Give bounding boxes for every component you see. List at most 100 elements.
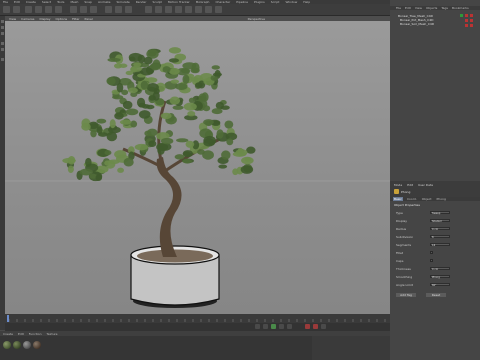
attributes-menu-item[interactable]: User Data [418,183,433,187]
material-menu-item[interactable]: Create [3,332,13,336]
material-menu-item[interactable]: Function [29,332,42,336]
camera-icon[interactable] [205,6,212,13]
leaf-cluster [140,80,149,90]
material-swatch[interactable] [13,341,21,349]
render-settings-icon[interactable] [125,6,132,13]
viewport-menu-item[interactable]: Display [39,17,50,21]
attr-field[interactable]: 16 [430,243,450,247]
polygons-mode-icon[interactable] [1,32,4,35]
leaf-cluster [162,66,171,73]
bend-icon[interactable] [185,6,192,13]
autokey-icon[interactable] [313,324,318,329]
material-menu-item[interactable]: Texture [47,332,58,336]
move-icon[interactable] [35,6,42,13]
redo-icon[interactable] [13,6,20,13]
last-frame-icon[interactable] [287,324,292,329]
keyframe-icon[interactable] [321,324,326,329]
material-menu-item[interactable]: Edit [18,332,24,336]
floor-icon[interactable] [195,6,202,13]
leaf-cluster [226,138,234,146]
leaf-cluster [211,65,220,70]
cube-icon[interactable] [145,6,152,13]
leaf-cluster [119,63,128,68]
leaf-cluster [185,140,195,148]
viewport-label: Perspective [247,16,266,21]
x-axis-icon[interactable] [70,6,77,13]
attr-field-value: Phong [432,275,440,279]
material-swatch[interactable] [23,341,31,349]
leaf-cluster [224,120,234,129]
tag-icon[interactable] [470,19,473,22]
select-icon[interactable] [25,6,32,13]
timeline-ruler[interactable] [5,314,390,323]
material-swatch[interactable] [33,341,41,349]
subdivision-icon[interactable] [165,6,172,13]
attr-checkbox[interactable] [430,251,433,254]
leaf-cluster [119,119,132,125]
material-swatch[interactable] [3,341,11,349]
scale-icon[interactable] [45,6,52,13]
attributes-body: Object Properties Type Sweep Display Shaded… [390,201,480,360]
reset-button[interactable]: Reset [426,293,446,297]
leaf-cluster [176,138,189,143]
attr-row-label: Smoothing [396,275,413,279]
add-tag-button[interactable]: Add Tag [396,293,416,297]
object-row[interactable]: Bonsai_Soil_Mesh_C4D [400,22,434,26]
light-icon[interactable] [215,6,222,13]
leaf-cluster [190,76,199,82]
section-title: Object Properties [394,203,420,207]
tag-icon[interactable] [465,14,468,17]
snap-icon[interactable] [1,58,4,61]
y-axis-icon[interactable] [80,6,87,13]
leaf-cluster [123,157,134,167]
next-frame-icon[interactable] [279,324,284,329]
edges-mode-icon[interactable] [1,26,4,29]
points-mode-icon[interactable] [1,20,4,23]
viewport-menu-item[interactable]: Cameras [21,17,34,21]
leaf-cluster [160,137,174,145]
rotate-icon[interactable] [55,6,62,13]
attr-field[interactable]: Sweep [430,211,450,215]
leaf-cluster [143,56,153,65]
leaf-cluster [117,167,124,173]
attr-field[interactable]: Shaded [430,219,450,223]
tag-icon[interactable] [470,24,473,27]
leaf-cluster [90,129,97,138]
attr-field[interactable]: 80° [430,283,450,287]
tag-icon[interactable] [465,24,468,27]
record-icon[interactable] [305,324,310,329]
array-icon[interactable] [175,6,182,13]
visibility-dot-icon[interactable] [460,14,463,17]
viewport-menu-item[interactable]: View [9,17,16,21]
object-manager: Bonsai_Tree_Mesh_C4D Bonsai_Pot_Mesh_C4D… [390,10,480,180]
tag-icon[interactable] [465,19,468,22]
attr-field[interactable]: 8 [430,235,450,239]
play-icon[interactable] [271,324,276,329]
attr-field[interactable]: 0 cm [430,267,450,271]
tag-icon[interactable] [470,14,473,17]
leaf-cluster [182,158,193,164]
leaf-cluster [114,112,124,120]
render-view-icon[interactable] [105,6,112,13]
leaf-cluster [106,77,116,86]
viewport[interactable] [5,21,390,314]
attributes-menu-item[interactable]: Mode [394,183,402,187]
attr-field[interactable]: Phong [430,275,450,279]
model-mode-icon[interactable] [1,42,4,45]
prev-frame-icon[interactable] [263,324,268,329]
first-frame-icon[interactable] [255,324,260,329]
z-axis-icon[interactable] [90,6,97,13]
render-icon[interactable] [115,6,122,13]
attributes-menu-item[interactable]: Edit [407,183,413,187]
pen-icon[interactable] [155,6,162,13]
attr-checkbox[interactable] [430,259,433,262]
leaf-cluster [148,95,156,101]
attr-field[interactable]: 0 cm [430,227,450,231]
viewport-menu-item[interactable]: Panel [85,17,93,21]
viewport-menu-item[interactable]: Options [56,17,68,21]
undo-icon[interactable] [3,6,10,13]
viewport-menu-item[interactable]: Filter [72,17,79,21]
leaf-cluster [95,174,103,182]
texture-mode-icon[interactable] [1,48,4,51]
attr-field-value: 8 [432,235,434,239]
